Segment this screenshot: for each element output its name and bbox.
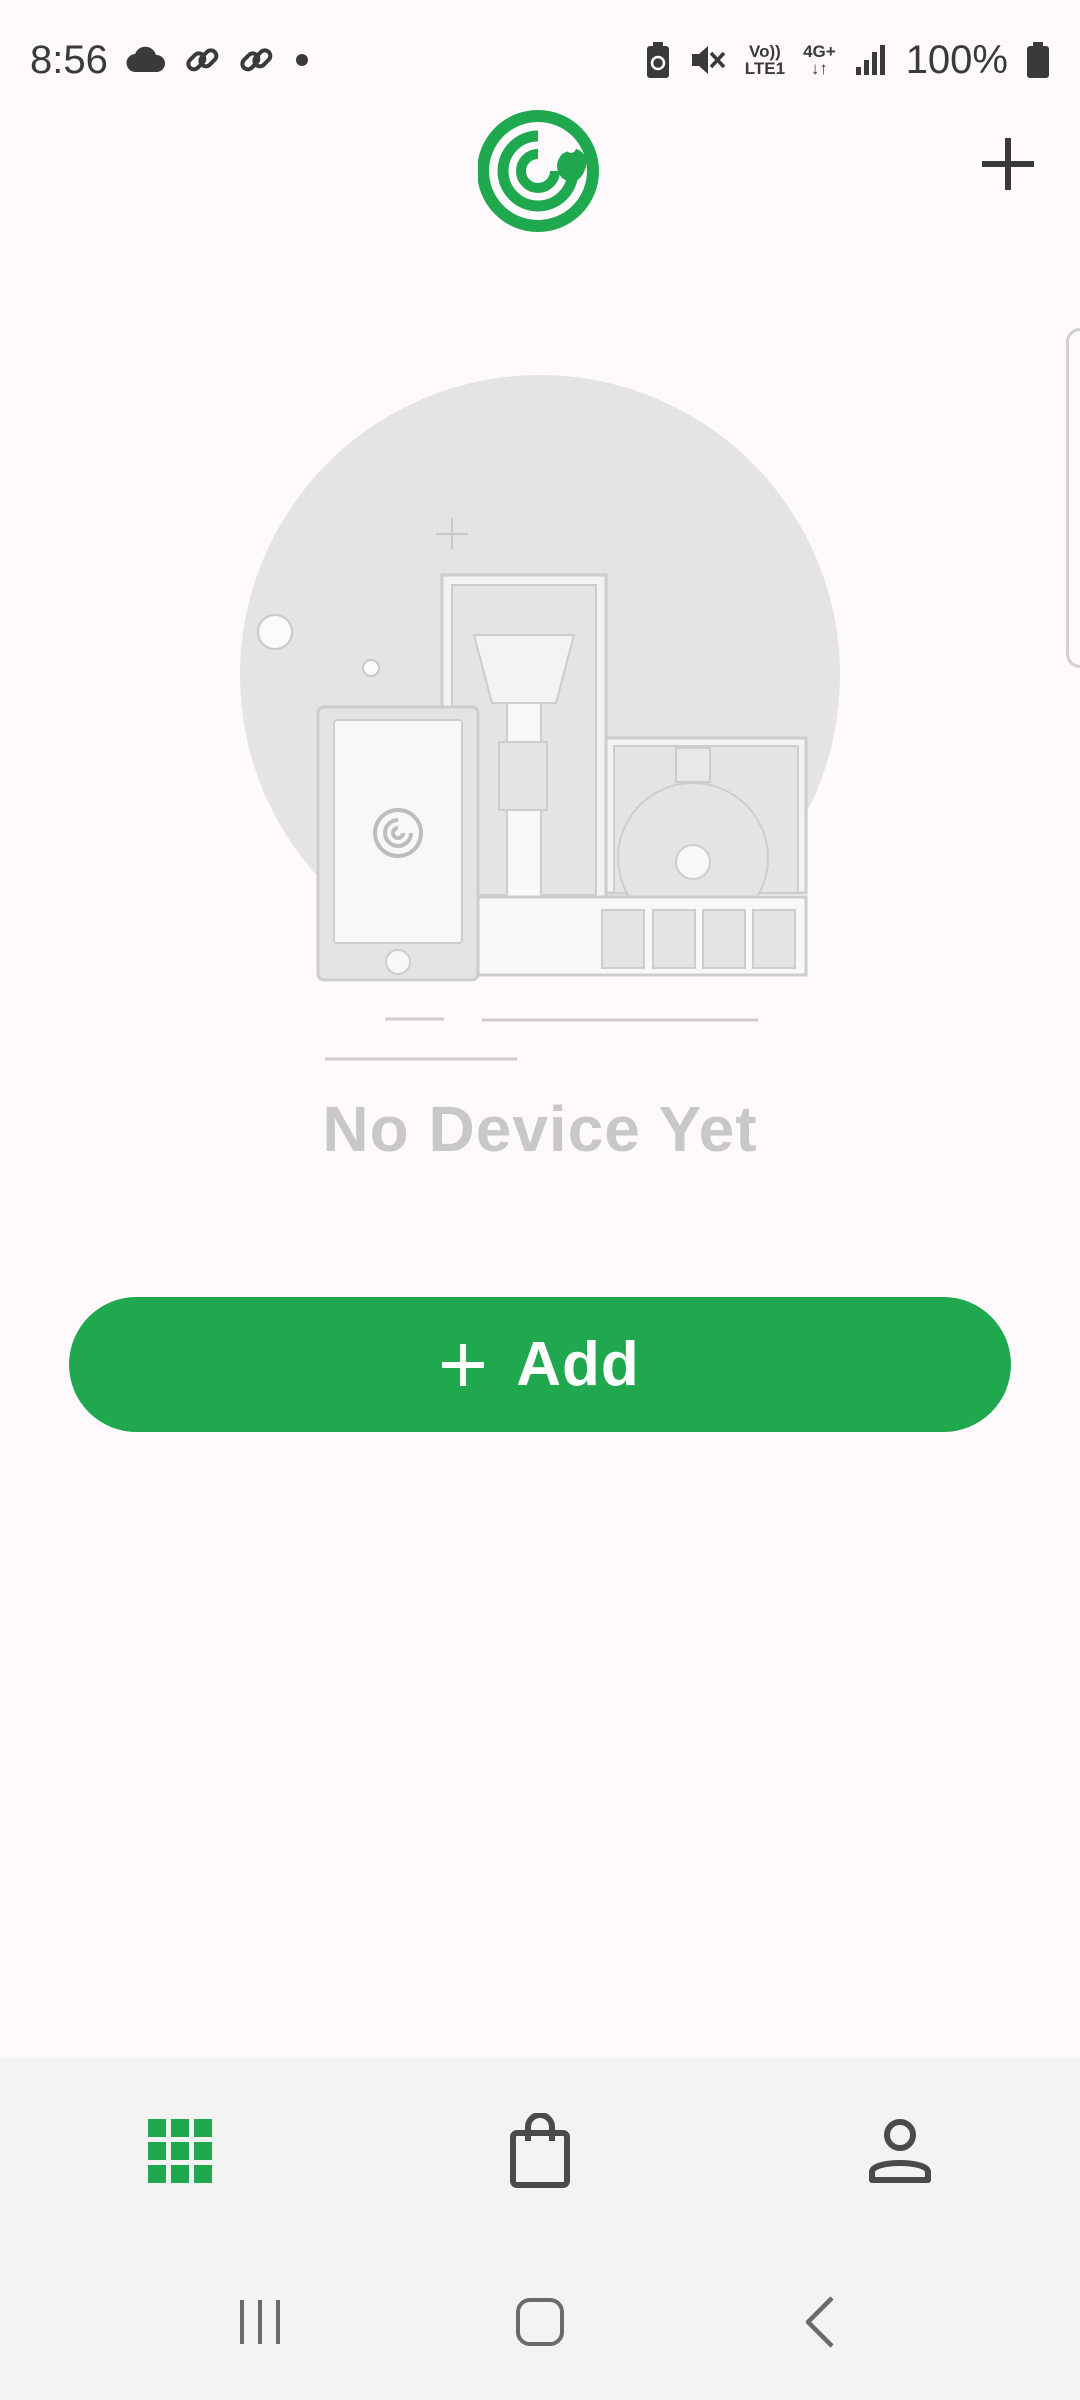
volte-indicator: Vo)) LTE1 [745, 43, 785, 77]
status-right: Vo)) LTE1 4G+ ↓↑ 100% [645, 38, 1050, 83]
nav-shop[interactable] [470, 2083, 610, 2223]
home-icon [515, 2297, 565, 2352]
home-button[interactable] [480, 2264, 600, 2384]
volte-bottom-label: LTE1 [744, 59, 786, 78]
plus-icon [440, 1342, 486, 1388]
edge-panel-handle[interactable] [1066, 328, 1080, 668]
link-icon [184, 42, 220, 78]
grid-icon [148, 2118, 212, 2188]
nav-profile[interactable] [830, 2083, 970, 2223]
status-time: 8:56 [30, 37, 108, 82]
mute-icon [689, 42, 727, 78]
link-icon [238, 42, 274, 78]
status-left: 8:56 [30, 38, 312, 83]
data-arrows-icon: ↓↑ [810, 59, 828, 78]
network-indicator: 4G+ ↓↑ [803, 43, 836, 77]
app-logo [477, 108, 604, 234]
add-device-button[interactable]: Add [69, 1297, 1011, 1432]
bottom-navigation [0, 2058, 1080, 2248]
header-add-button[interactable] [972, 130, 1044, 202]
devices-illustration [230, 370, 850, 1070]
back-button[interactable] [760, 2264, 880, 2384]
system-navigation [0, 2248, 1080, 2400]
empty-state-title: No Device Yet [322, 1093, 758, 1165]
back-icon [800, 2295, 840, 2354]
shopping-bag-icon [508, 2111, 572, 2194]
signal-icon [854, 43, 888, 77]
network-type-label: 4G+ [803, 42, 836, 61]
dot-icon [292, 50, 312, 70]
plus-icon [980, 136, 1036, 197]
battery-icon [1026, 41, 1050, 79]
nav-devices[interactable] [110, 2083, 250, 2223]
battery-percent: 100% [905, 37, 1008, 82]
cloud-icon [126, 46, 166, 74]
person-icon [868, 2118, 932, 2189]
add-button-label: Add [516, 1330, 640, 1399]
recents-button[interactable] [200, 2264, 320, 2384]
status-bar: 8:56 Vo)) LTE1 4G+ ↓↑ 100% [0, 0, 1080, 120]
recents-icon [236, 2298, 284, 2351]
battery-saver-icon [645, 41, 671, 79]
volte-top-label: Vo)) [749, 42, 781, 61]
screen: 8:56 Vo)) LTE1 4G+ ↓↑ 100% No Device Yet… [0, 0, 1080, 2400]
